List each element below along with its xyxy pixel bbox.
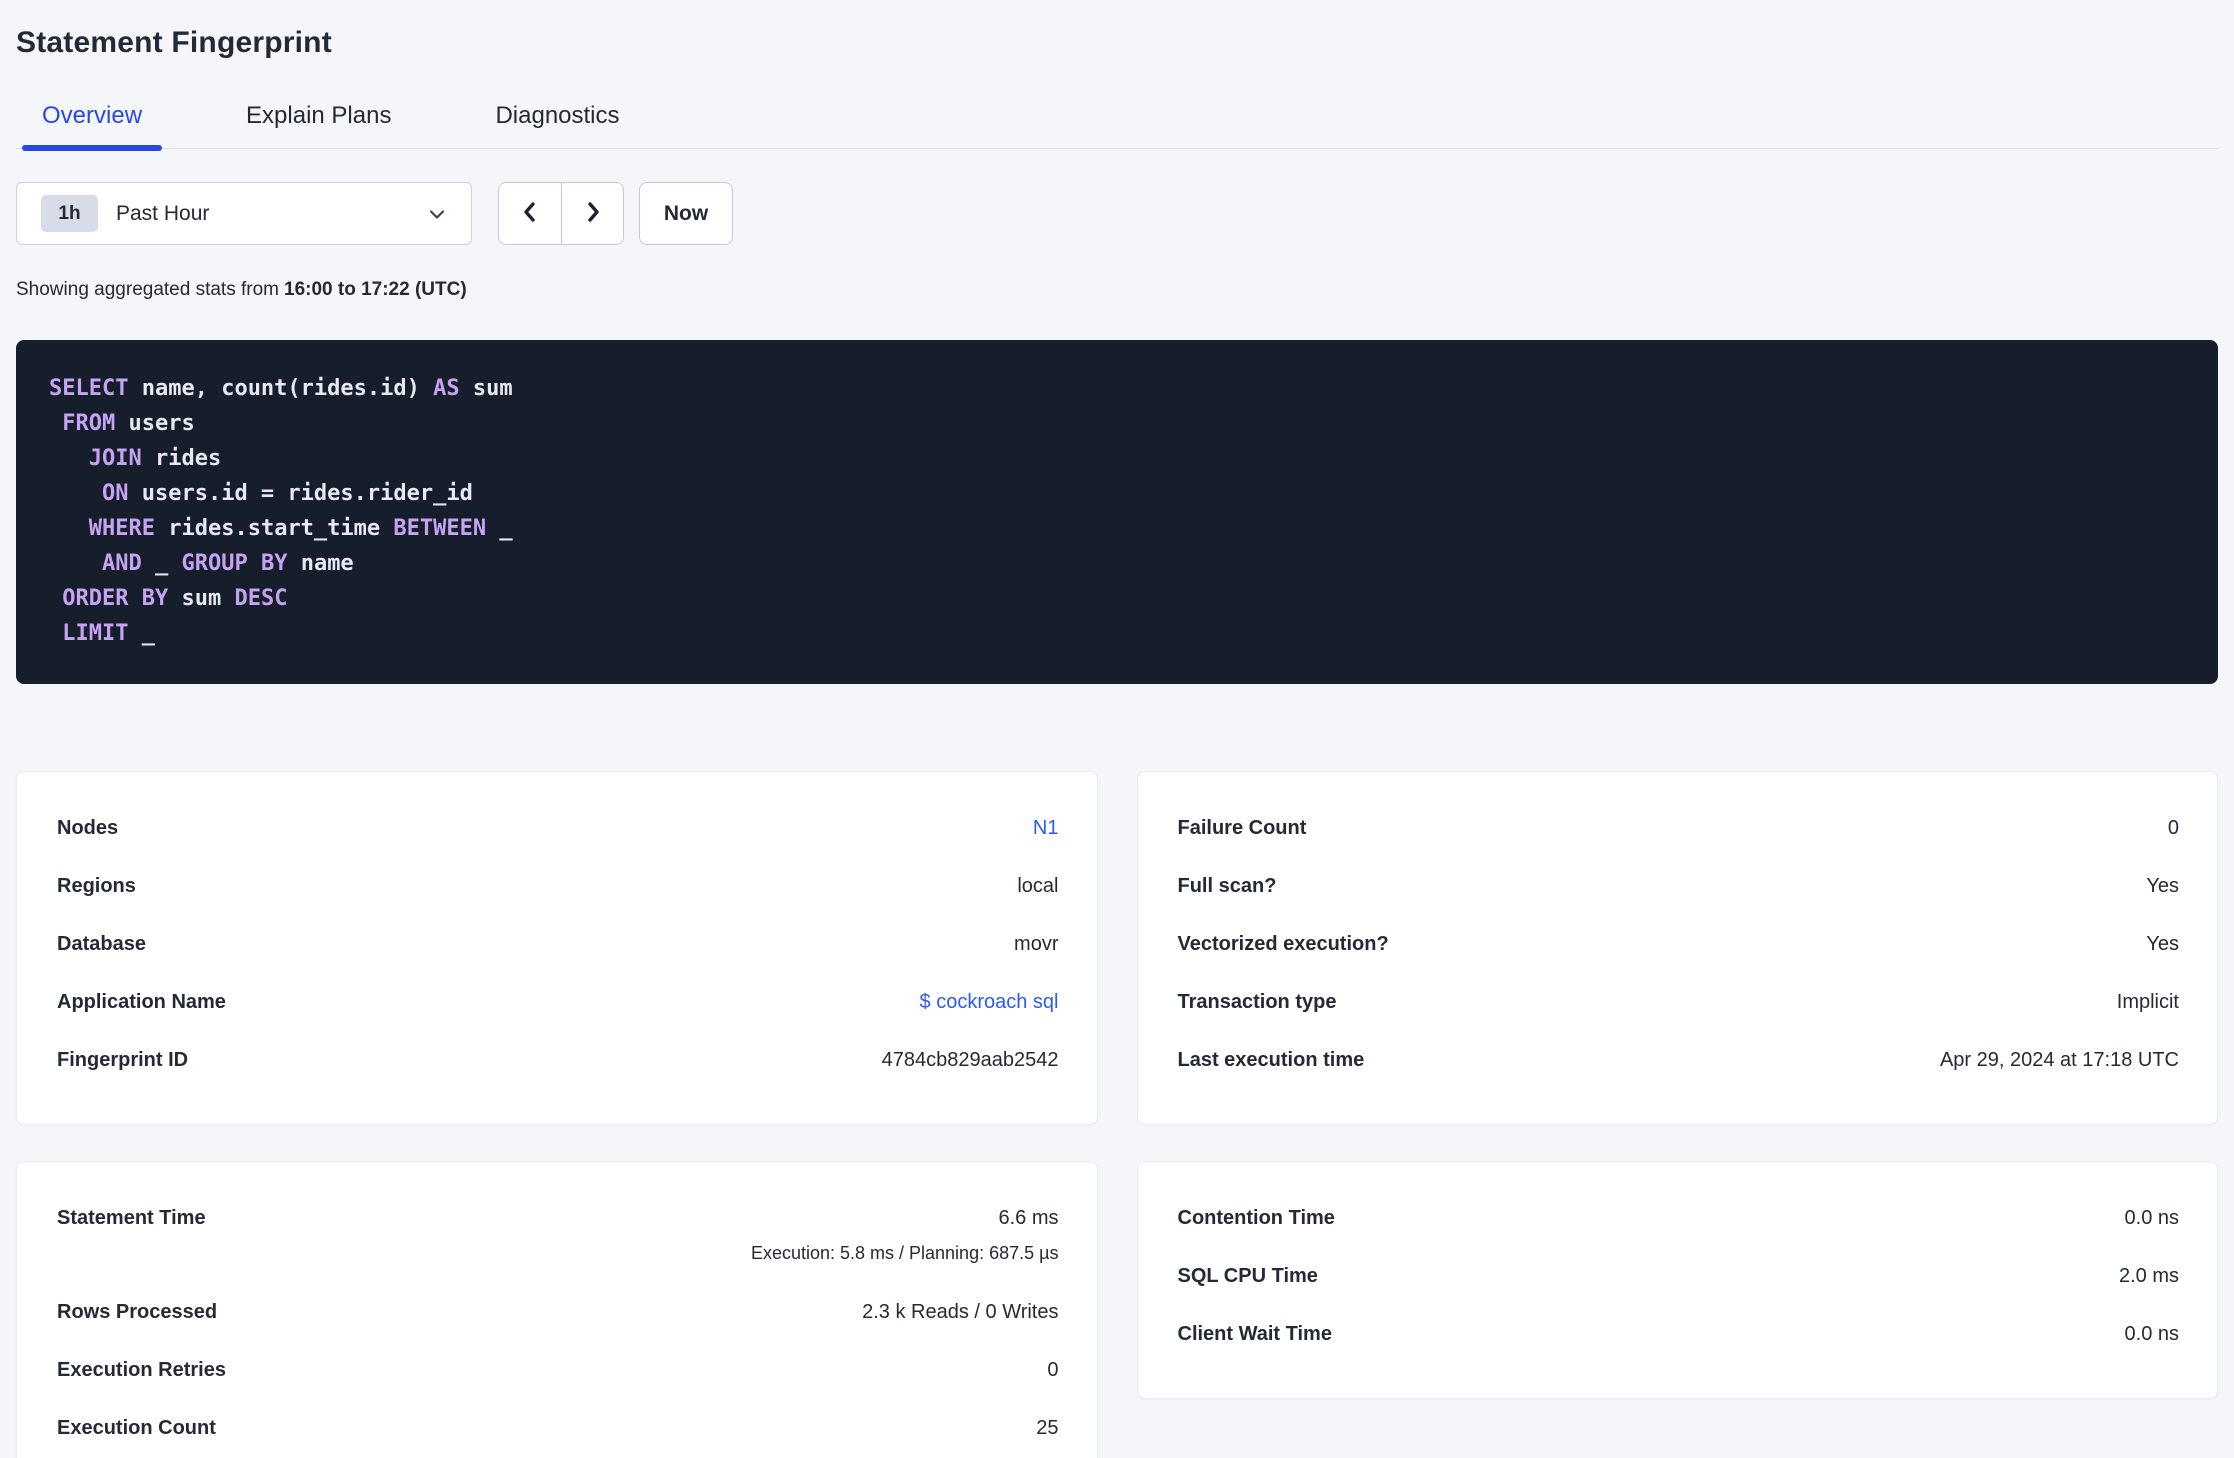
time-toolbar: 1h Past Hour Now <box>16 182 2218 245</box>
failure-count-value: 0 <box>2167 817 2179 839</box>
execution-count-label: Execution Count <box>57 1417 216 1439</box>
row-transaction-type: Transaction type Implicit <box>1178 990 2180 1014</box>
execution-retries-label: Execution Retries <box>57 1359 226 1381</box>
aggregated-stats-range: 16:00 to 17:22 (UTC) <box>284 279 467 300</box>
tab-overview[interactable]: Overview <box>22 102 163 151</box>
now-button[interactable]: Now <box>639 182 733 245</box>
execution-retries-value: 0 <box>1047 1359 1059 1381</box>
last-execution-time-value: Apr 29, 2024 at 17:18 UTC <box>1939 1049 2179 1071</box>
execution-stats-card: Statement Time 6.6 ms Execution: 5.8 ms … <box>16 1161 1098 1458</box>
sql-line: SELECT name, count(rides.id) AS sum <box>49 376 513 401</box>
row-statement-time: Statement Time 6.6 ms Execution: 5.8 ms … <box>57 1206 1059 1264</box>
wait-times-card: Contention Time 0.0 ns SQL CPU Time 2.0 … <box>1136 1161 2218 1399</box>
chevron-left-icon <box>517 199 543 228</box>
tab-overview-label: Overview <box>42 102 143 129</box>
statement-time-label: Statement Time <box>57 1207 206 1229</box>
client-wait-time-label: Client Wait Time <box>1177 1323 1332 1345</box>
regions-label: Regions <box>57 875 136 897</box>
row-database: Database movr <box>57 932 1059 956</box>
last-execution-time-label: Last execution time <box>1177 1049 1365 1071</box>
aggregated-stats-text: Showing aggregated stats from 16:00 to 17… <box>16 279 2218 301</box>
rows-processed-value: 2.3 k Reads / 0 Writes <box>862 1301 1059 1323</box>
prev-range-button[interactable] <box>499 183 561 244</box>
bottom-cards: Statement Time 6.6 ms Execution: 5.8 ms … <box>16 1161 2218 1458</box>
tab-diagnostics[interactable]: Diagnostics <box>475 102 639 148</box>
vectorized-execution-value: Yes <box>2146 933 2179 955</box>
sql-statement-box: SELECT name, count(rides.id) AS sum FROM… <box>16 340 2218 684</box>
nodes-label: Nodes <box>57 817 119 839</box>
time-range-badge: 1h <box>41 195 98 232</box>
contention-time-value: 0.0 ns <box>2124 1207 2179 1229</box>
sql-line: WHERE rides.start_time BETWEEN _ <box>88 516 513 541</box>
sql-line: ON users.id = rides.rider_id <box>101 481 473 506</box>
row-nodes: Nodes N1 <box>57 816 1059 840</box>
rows-processed-label: Rows Processed <box>57 1301 218 1323</box>
row-last-execution-time: Last execution time Apr 29, 2024 at 17:1… <box>1178 1048 2180 1072</box>
application-name-value-link[interactable]: $ cockroach sql <box>920 990 1059 1014</box>
client-wait-time-value: 0.0 ns <box>2124 1323 2179 1345</box>
statement-time-value: 6.6 ms <box>998 1207 1059 1229</box>
row-client-wait-time: Client Wait Time 0.0 ns <box>1178 1322 2180 1346</box>
statement-time-subvalue: Execution: 5.8 ms / Planning: 687.5 µs <box>750 1243 1059 1263</box>
sql-cpu-time-value: 2.0 ms <box>2118 1265 2179 1287</box>
tab-bar: Overview Explain Plans Diagnostics <box>16 102 2218 151</box>
full-scan-value: Yes <box>2146 875 2179 897</box>
sql-line: ORDER BY sum DESC <box>62 586 288 611</box>
sql-cpu-time-label: SQL CPU Time <box>1177 1265 1318 1287</box>
chevron-right-icon <box>580 199 606 228</box>
row-fingerprint-id: Fingerprint ID 4784cb829aab2542 <box>57 1048 1059 1072</box>
chevron-down-icon <box>425 202 449 226</box>
tab-explain-plans[interactable]: Explain Plans <box>226 102 411 148</box>
time-range-arrows <box>498 182 624 245</box>
row-regions: Regions local <box>57 874 1059 898</box>
row-execution-count: Execution Count 25 <box>57 1416 1059 1440</box>
sql-line: FROM users <box>62 411 195 436</box>
next-range-button[interactable] <box>561 183 623 244</box>
contention-time-label: Contention Time <box>1177 1207 1335 1229</box>
fingerprint-id-label: Fingerprint ID <box>57 1049 189 1071</box>
database-label: Database <box>57 933 146 955</box>
execution-attributes-card: Failure Count 0 Full scan? Yes Vectorize… <box>1136 771 2218 1125</box>
fingerprint-id-value: 4784cb829aab2542 <box>881 1049 1059 1071</box>
page-title: Statement Fingerprint <box>16 26 332 59</box>
application-name-label: Application Name <box>57 991 226 1013</box>
transaction-type-label: Transaction type <box>1177 991 1337 1013</box>
aggregated-stats-prefix: Showing aggregated stats from <box>16 279 279 300</box>
transaction-type-value: Implicit <box>2116 991 2179 1013</box>
time-range-select[interactable]: 1h Past Hour <box>16 182 472 245</box>
vectorized-execution-label: Vectorized execution? <box>1177 933 1389 955</box>
regions-value: local <box>1017 875 1059 897</box>
sql-line: LIMIT _ <box>62 621 155 646</box>
execution-count-value: 25 <box>1036 1417 1059 1439</box>
row-application-name: Application Name $ cockroach sql <box>57 990 1059 1014</box>
time-range-label: Past Hour <box>116 201 210 225</box>
row-failure-count: Failure Count 0 <box>1178 816 2180 840</box>
statement-details-card: Nodes N1 Regions local Database movr App… <box>16 771 1098 1125</box>
row-execution-retries: Execution Retries 0 <box>57 1358 1059 1382</box>
failure-count-label: Failure Count <box>1177 817 1307 839</box>
nodes-value-link[interactable]: N1 <box>1033 816 1059 840</box>
full-scan-label: Full scan? <box>1177 875 1277 897</box>
top-cards: Nodes N1 Regions local Database movr App… <box>16 771 2218 1125</box>
statement-time-value-group: 6.6 ms Execution: 5.8 ms / Planning: 687… <box>751 1206 1059 1264</box>
database-value: movr <box>1014 933 1059 955</box>
statement-fingerprint-page: Statement Fingerprint Overview Explain P… <box>0 0 2234 1458</box>
row-sql-cpu-time: SQL CPU Time 2.0 ms <box>1178 1264 2180 1288</box>
sql-line: AND _ GROUP BY name <box>101 551 354 576</box>
tab-diagnostics-label: Diagnostics <box>495 102 620 129</box>
row-rows-processed: Rows Processed 2.3 k Reads / 0 Writes <box>57 1300 1059 1324</box>
row-contention-time: Contention Time 0.0 ns <box>1178 1206 2180 1230</box>
row-full-scan: Full scan? Yes <box>1178 874 2180 898</box>
sql-line: JOIN rides <box>88 446 222 471</box>
row-vectorized-execution: Vectorized execution? Yes <box>1178 932 2180 956</box>
tab-explain-plans-label: Explain Plans <box>246 102 392 129</box>
